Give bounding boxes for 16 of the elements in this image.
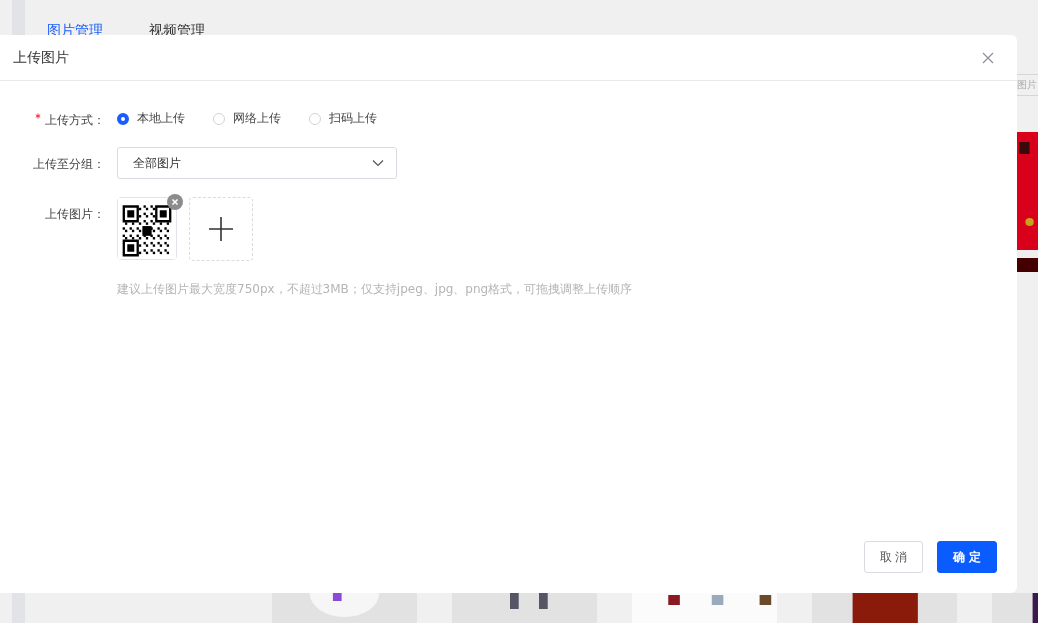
remove-icon[interactable]	[167, 194, 183, 210]
dialog-title: 上传图片	[13, 48, 69, 67]
field-label: 上传方式：	[45, 112, 105, 129]
group-select[interactable]: 全部图片	[117, 147, 397, 179]
cancel-button[interactable]: 取 消	[864, 541, 923, 573]
close-icon[interactable]	[982, 51, 994, 64]
radio-option[interactable]: 网络上传	[213, 110, 281, 127]
radio-option[interactable]: 本地上传	[117, 110, 185, 127]
chevron-down-icon	[372, 159, 384, 167]
plus-icon	[209, 217, 233, 241]
confirm-button[interactable]: 确 定	[937, 541, 997, 573]
field-label: 上传至分组：	[33, 156, 105, 173]
add-image-button[interactable]	[189, 197, 253, 261]
required-icon	[35, 113, 41, 119]
field-label: 上传图片：	[45, 206, 105, 223]
radio-option[interactable]: 扫码上传	[309, 110, 377, 127]
